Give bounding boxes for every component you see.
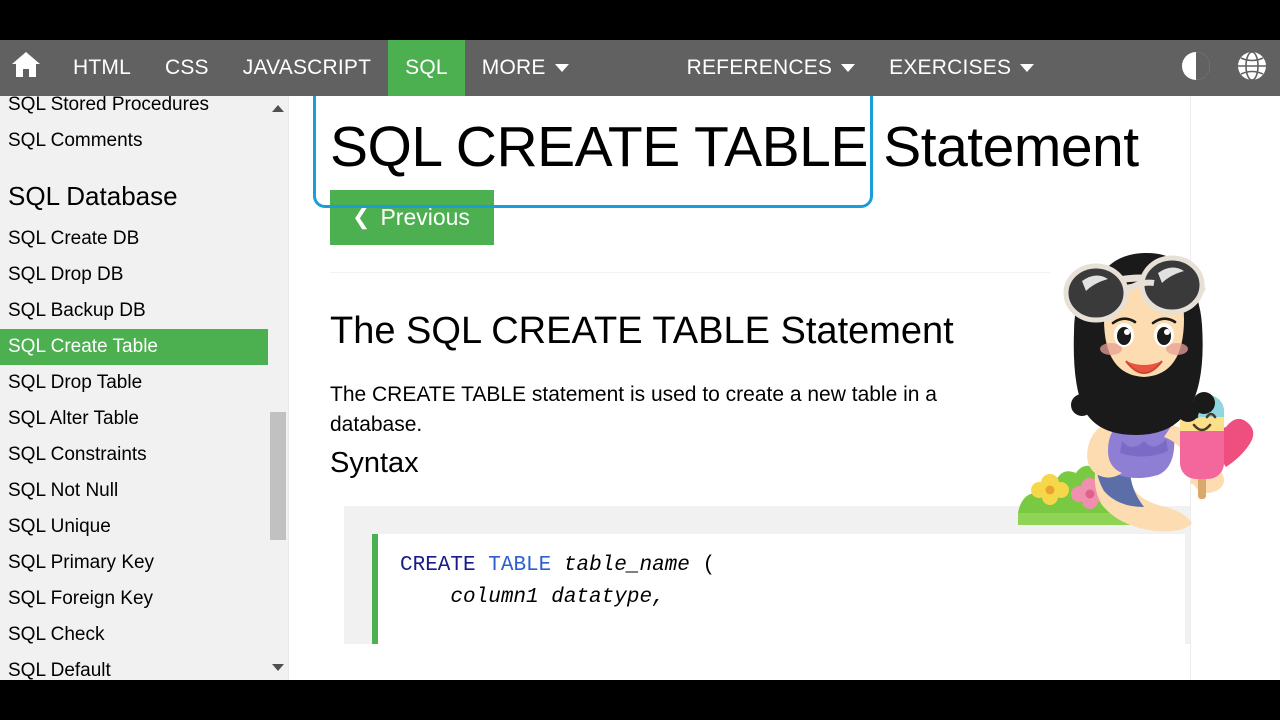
sidebar-item-sql-stored-procedures[interactable]: SQL Stored Procedures xyxy=(0,96,268,123)
code-keyword-create: CREATE xyxy=(400,554,476,577)
page-title-rest: Statement xyxy=(867,115,1139,179)
dark-mode-contrast-icon xyxy=(1181,51,1211,86)
sidebar-item-sql-default[interactable]: SQL Default xyxy=(0,653,268,680)
sidebar-item-sql-drop-table[interactable]: SQL Drop Table xyxy=(0,365,268,401)
sidebar-scrollbar[interactable] xyxy=(268,96,288,680)
sidebar-item-sql-alter-table[interactable]: SQL Alter Table xyxy=(0,401,268,437)
right-ad-column xyxy=(1191,96,1280,680)
sidebar-item-sql-drop-db[interactable]: SQL Drop DB xyxy=(0,257,268,293)
sidebar-item-sql-check[interactable]: SQL Check xyxy=(0,617,268,653)
chevron-down-icon xyxy=(841,64,856,72)
sidebar-item-sql-constraints[interactable]: SQL Constraints xyxy=(0,437,268,473)
code-keyword-table: TABLE xyxy=(488,554,552,577)
section-heading: The SQL CREATE TABLE Statement xyxy=(330,310,954,352)
letterbox-top xyxy=(0,0,1280,40)
syntax-code-container: CREATE TABLE table_name ( column1 dataty… xyxy=(344,506,1190,644)
nav-label: MORE xyxy=(481,56,546,79)
chevron-left-icon: ❮ xyxy=(352,204,371,229)
code-line-column1: column1 datatype, xyxy=(400,586,665,609)
nav-item-exercises[interactable]: EXERCISES xyxy=(872,40,1051,96)
nav-home-link[interactable] xyxy=(0,40,56,96)
sidebar-item-sql-backup-db[interactable]: SQL Backup DB xyxy=(0,293,268,329)
nav-label: JAVASCRIPT xyxy=(242,56,372,79)
page-title: SQL CREATE TABLE Statement xyxy=(313,96,1190,208)
sidebar-list: SQL Stored Procedures SQL Comments SQL D… xyxy=(0,96,268,680)
letterbox-bottom xyxy=(0,680,1280,720)
nav-item-more[interactable]: MORE xyxy=(465,40,586,96)
top-navbar: HTML CSS JAVASCRIPT SQL MORE REFERENCES … xyxy=(0,40,1280,96)
sidebar-heading-sql-database: SQL Database xyxy=(8,181,178,211)
intro-paragraph: The CREATE TABLE statement is used to cr… xyxy=(330,383,937,436)
nav-label: HTML xyxy=(73,56,131,79)
sidebar-item-sql-comments[interactable]: SQL Comments xyxy=(0,123,268,159)
syntax-code-block[interactable]: CREATE TABLE table_name ( column1 dataty… xyxy=(372,534,1185,644)
scroll-up-arrow-icon[interactable] xyxy=(272,105,284,112)
nav-label: CSS xyxy=(164,56,209,79)
content-divider xyxy=(330,272,1050,273)
syntax-heading: Syntax xyxy=(330,447,419,479)
screen: HTML CSS JAVASCRIPT SQL MORE REFERENCES … xyxy=(0,0,1280,720)
sidebar-scrollbar-thumb[interactable] xyxy=(270,412,286,540)
sidebar-item-sql-foreign-key[interactable]: SQL Foreign Key xyxy=(0,581,268,617)
code-open-paren: ( xyxy=(689,554,716,577)
nav-label: EXERCISES xyxy=(889,56,1012,79)
sidebar-divider xyxy=(288,96,289,680)
navbar-right-icons xyxy=(1168,40,1280,96)
pager-row: ❮ Previous xyxy=(330,190,1190,245)
sidebar-item-sql-primary-key[interactable]: SQL Primary Key xyxy=(0,545,268,581)
nav-label: REFERENCES xyxy=(686,56,833,79)
code-text: CREATE TABLE table_name ( column1 dataty… xyxy=(400,550,1185,614)
chevron-down-icon xyxy=(1020,64,1035,72)
sidebar-item-sql-unique[interactable]: SQL Unique xyxy=(0,509,268,545)
left-sidebar: SQL Stored Procedures SQL Comments SQL D… xyxy=(0,96,288,680)
chevron-down-icon xyxy=(554,64,569,72)
previous-button[interactable]: ❮ Previous xyxy=(330,190,494,245)
content-right-divider xyxy=(1190,96,1191,680)
sidebar-item-sql-create-db[interactable]: SQL Create DB xyxy=(0,221,268,257)
dark-mode-toggle-button[interactable] xyxy=(1168,40,1224,96)
main-content: SQL CREATE TABLE Statement ❮ Previous Th… xyxy=(289,96,1190,680)
nav-item-html[interactable]: HTML xyxy=(56,40,148,96)
nav-item-sql[interactable]: SQL xyxy=(388,40,465,96)
nav-label: SQL xyxy=(405,56,448,79)
previous-button-label: Previous xyxy=(380,204,470,230)
translate-globe-icon xyxy=(1237,50,1267,86)
nav-item-javascript[interactable]: JAVASCRIPT xyxy=(226,40,388,96)
code-identifier-table-name: table_name xyxy=(563,554,690,577)
home-icon xyxy=(10,50,42,86)
nav-item-css[interactable]: CSS xyxy=(148,40,226,96)
sidebar-item-sql-not-null[interactable]: SQL Not Null xyxy=(0,473,268,509)
translate-button[interactable] xyxy=(1224,40,1280,96)
sidebar-item-sql-create-table[interactable]: SQL Create Table xyxy=(0,329,268,365)
title-highlight-annotation: SQL CREATE TABLE xyxy=(313,96,873,208)
nav-item-references[interactable]: REFERENCES xyxy=(670,40,873,96)
scroll-down-arrow-icon[interactable] xyxy=(272,664,284,671)
browser-viewport: HTML CSS JAVASCRIPT SQL MORE REFERENCES … xyxy=(0,40,1280,680)
